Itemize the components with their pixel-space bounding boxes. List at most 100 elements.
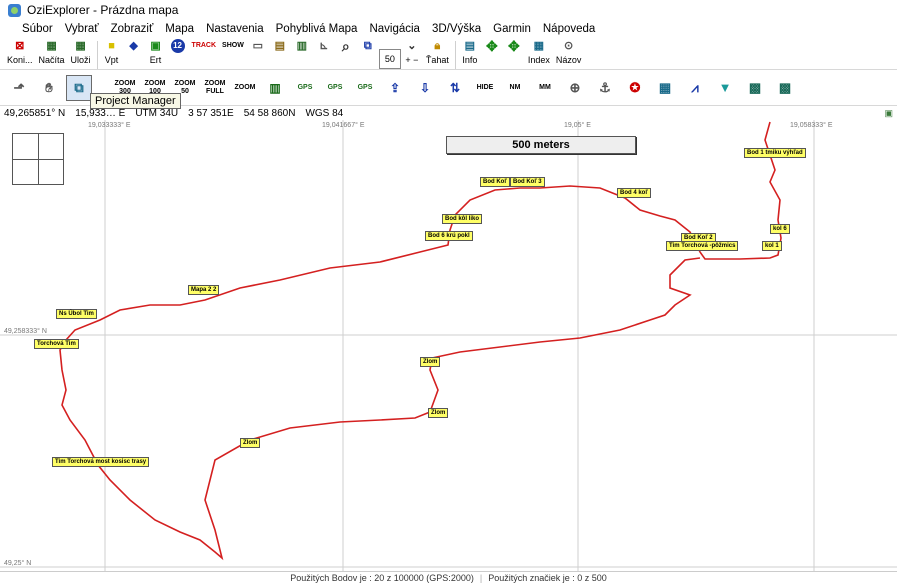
filter-button[interactable]: ▼: [712, 75, 738, 101]
map-import-button[interactable]: ▩: [742, 75, 768, 101]
map-export-icon: ▩: [778, 79, 792, 95]
gps-device-button[interactable]: ▥: [262, 75, 288, 101]
hide-button[interactable]: HIDE: [472, 75, 498, 101]
gps-routes-button[interactable]: GPS: [322, 75, 348, 101]
menu-navigacia[interactable]: Navigácia: [369, 23, 420, 35]
menu-pohybliva-mapa[interactable]: Pohyblivá Mapa: [276, 23, 358, 35]
chart-button[interactable]: ⩘: [682, 75, 708, 101]
map-nav-grid[interactable]: [12, 133, 64, 185]
index-icon: ▦: [533, 40, 545, 52]
route-button[interactable]: 12: [167, 39, 189, 69]
move-arrows-icon: ✥: [485, 38, 498, 54]
waypoint-label[interactable]: Tim Torchová most kosisc trasy: [52, 457, 150, 467]
ruler-button[interactable]: ⊾: [313, 39, 335, 69]
move-button[interactable]: ✥: [481, 39, 503, 69]
menu-vybrat[interactable]: Vybrať: [65, 23, 99, 35]
map-window-button[interactable]: ⧉: [357, 39, 379, 69]
map-canvas[interactable]: 19,033333° E 19,041667° E 19,05° E 19,05…: [0, 120, 897, 571]
tahat-button[interactable]: 🔒︎ Ťahat: [423, 39, 452, 69]
waypoint-label[interactable]: Bod kôl liko: [442, 214, 483, 224]
load-map-icon: ▦: [46, 40, 57, 52]
search-icon: ⌕: [341, 38, 350, 54]
grid-label-left: 49,25° N: [4, 560, 32, 567]
waypoint-label[interactable]: Bod Koľ: [480, 177, 510, 187]
save-map-icon: ▦: [75, 40, 86, 52]
waypoint-label[interactable]: Bod Koľ 3: [510, 177, 545, 187]
map-export-button[interactable]: ▩: [772, 75, 798, 101]
crosshair-button[interactable]: ⊕: [562, 75, 588, 101]
waypoint-label[interactable]: Zlom: [420, 357, 441, 367]
waypoint-label[interactable]: Tim Torchová -pôžmics: [666, 241, 739, 251]
waypoint-label[interactable]: Mapa 2 2: [188, 285, 220, 295]
index-button[interactable]: ▦ Index: [525, 39, 553, 69]
alarm-icon: ✪: [629, 79, 641, 95]
waypoint-label[interactable]: Bod 6 krú pokl: [425, 231, 473, 241]
menu-napoveda[interactable]: Nápoveda: [543, 23, 595, 35]
map-overlay: [0, 120, 897, 571]
info-button[interactable]: ▤ Info: [459, 39, 481, 69]
menu-3d-vyska[interactable]: 3D/Výška: [432, 23, 481, 35]
menu-subor[interactable]: Súbor: [22, 23, 53, 35]
gps-upload-button[interactable]: ⇪: [382, 75, 408, 101]
map-window-icon: ⧉: [363, 40, 372, 52]
hand-icon: ✋︎: [45, 79, 53, 95]
menu-garmin[interactable]: Garmin: [493, 23, 531, 35]
waypoint-label[interactable]: Bod 1 tmiku výhľad: [744, 148, 806, 158]
waypoint-label[interactable]: kol 1: [762, 241, 782, 251]
northing-readout: 54 58 860N: [243, 107, 296, 119]
waypoint-label[interactable]: Bod 4 koľ: [617, 188, 651, 198]
track-show-button[interactable]: SHOW: [219, 39, 247, 69]
zoom-button[interactable]: ZOOM: [232, 75, 258, 101]
menu-mapa[interactable]: Mapa: [165, 23, 194, 35]
gps-download-button[interactable]: ⇩: [412, 75, 438, 101]
zoom-full-button[interactable]: ZOOM FULL: [202, 75, 228, 101]
crosshair-icon: ⊕: [569, 79, 581, 95]
nm-button[interactable]: NM: [502, 75, 528, 101]
ert-button[interactable]: ▣ Ert: [145, 39, 167, 69]
nacita-button[interactable]: ▦ Načíta: [36, 39, 68, 69]
nazov-button[interactable]: ⊙ Názov: [553, 39, 585, 69]
waypoint-label[interactable]: kol 6: [770, 224, 790, 234]
waypoint-label[interactable]: Zlom: [428, 408, 449, 418]
lock-icon: 🔒︎: [434, 40, 441, 52]
image-icon: ▤: [274, 40, 286, 52]
plus-minus-icon: + −: [405, 55, 419, 65]
gps-device-icon: ▥: [269, 80, 281, 95]
table-button[interactable]: ▦: [652, 75, 678, 101]
alarm-button[interactable]: ✪: [622, 75, 648, 101]
track-line: [59, 121, 782, 561]
gps-waypoints-button[interactable]: GPS: [292, 75, 318, 101]
waypoint-label[interactable]: Ns Úbol Tim: [56, 309, 97, 319]
waypoint-label[interactable]: Torchová Tim: [34, 339, 79, 349]
find-button[interactable]: ⌕: [335, 39, 357, 69]
map-show-button[interactable]: ▭: [247, 39, 269, 69]
vpt-button[interactable]: ■ Vpt: [101, 39, 123, 69]
grid-label-top: 19,041667° E: [322, 122, 365, 129]
diamond-icon: ◆: [129, 40, 138, 52]
gps-transfer-button[interactable]: ⇅: [442, 75, 468, 101]
move-map-button[interactable]: ✋︎: [36, 75, 62, 101]
zoom-in-out-button[interactable]: ⌄ + −: [401, 39, 423, 69]
waypoint-label[interactable]: Zlom: [240, 438, 261, 448]
track-button[interactable]: TRACK: [189, 39, 220, 69]
grid-label-top: 19,05° E: [564, 122, 591, 129]
menu-nastavenia[interactable]: Nastavenia: [206, 23, 264, 35]
zoom-select[interactable]: 50: [378, 49, 401, 69]
route-icon: 12: [170, 39, 185, 53]
ulozi-button[interactable]: ▦ Uloži: [68, 39, 94, 69]
waypoint-diamond-button[interactable]: ◆: [123, 39, 145, 69]
image-button[interactable]: ▤: [269, 39, 291, 69]
gps-tracks-button[interactable]: GPS: [352, 75, 378, 101]
project-manager-button[interactable]: ⧉: [66, 74, 92, 101]
menu-zobrazit[interactable]: Zobraziť: [111, 23, 154, 35]
anchor-button[interactable]: ⚓︎: [592, 75, 618, 101]
title-bar: OziExplorer - Prázdna mapa: [0, 0, 897, 20]
route-edit-button[interactable]: ⬏: [6, 75, 32, 101]
remove-button[interactable]: ✥: [503, 39, 525, 69]
map-corner-icon[interactable]: ▣: [884, 108, 893, 119]
status-bar: Použitých Bodov je : 20 z 100000 (GPS:20…: [0, 571, 897, 584]
arrows-cross-icon: ✥: [507, 38, 520, 54]
mm-button[interactable]: MM: [532, 75, 558, 101]
koni-button[interactable]: ⊠ Koni...: [4, 39, 36, 69]
grid-button[interactable]: ▥: [291, 39, 313, 69]
